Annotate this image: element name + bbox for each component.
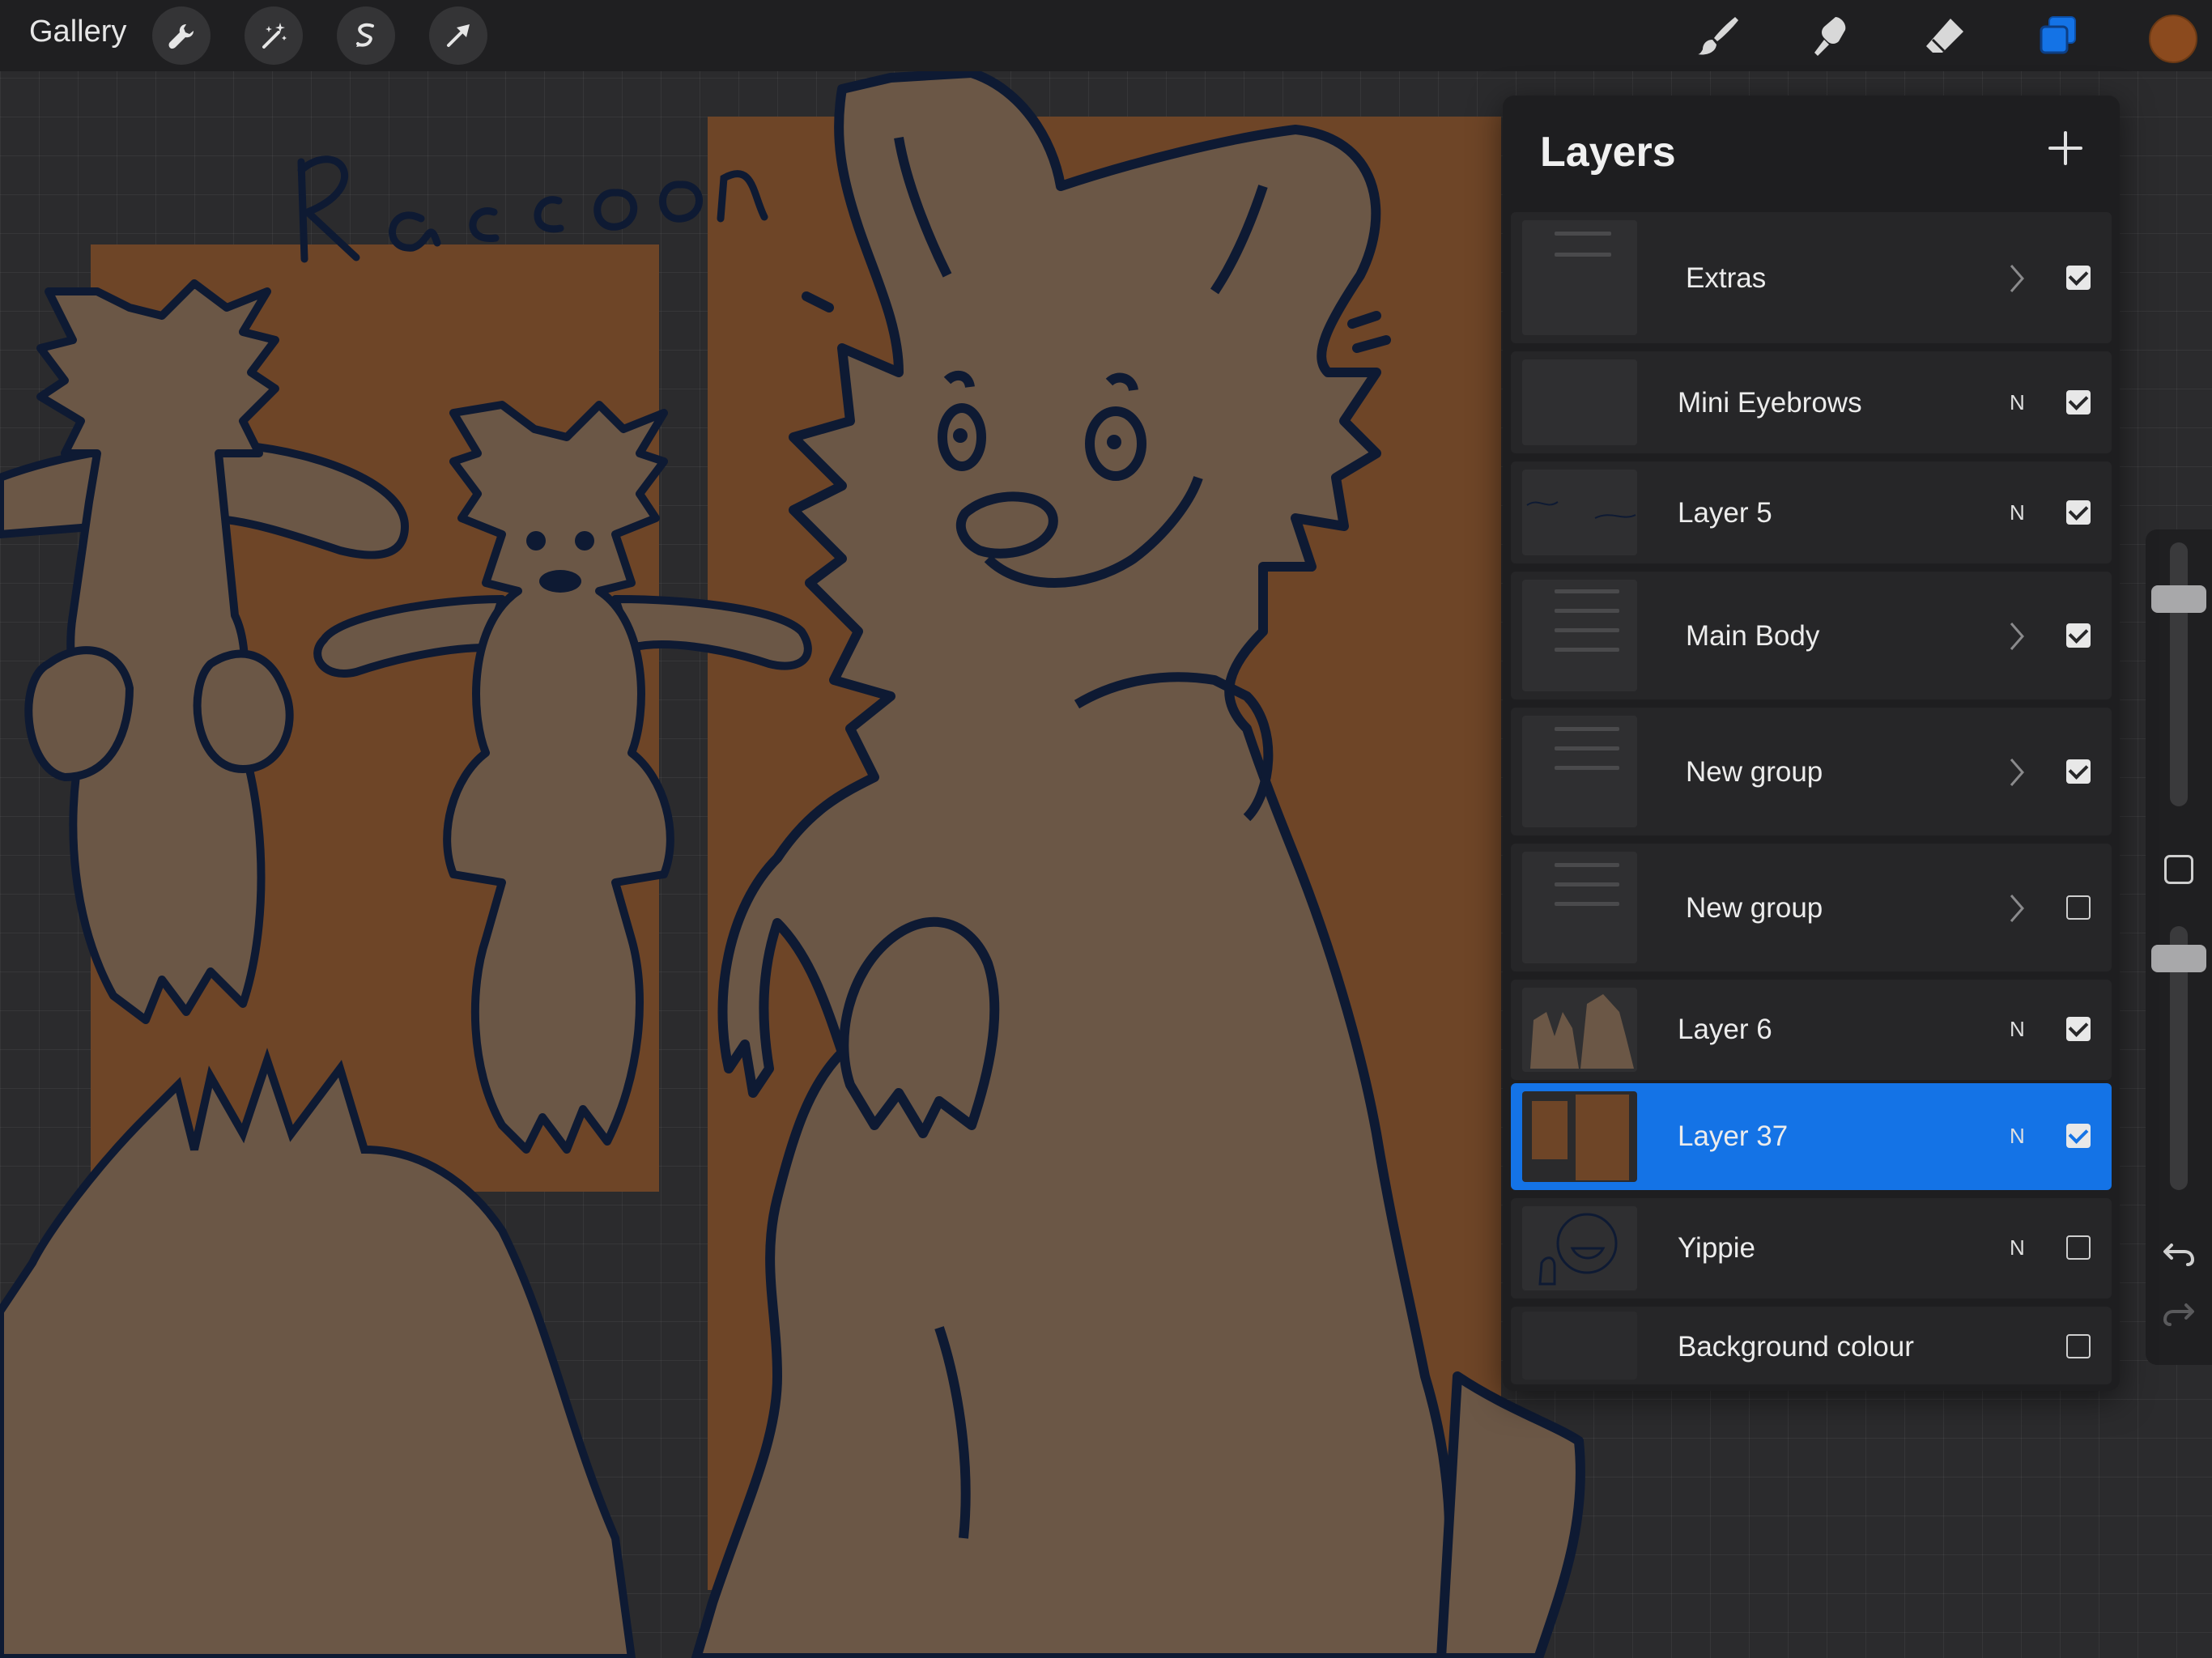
chevron-right-icon[interactable] xyxy=(2005,756,2029,789)
actions-button[interactable] xyxy=(152,6,211,65)
layer-name: Layer 37 xyxy=(1678,1120,1789,1152)
layer-thumbnail xyxy=(1522,1206,1637,1290)
layer-row-background-colour[interactable]: Background colour xyxy=(1511,1307,2112,1384)
chevron-right-icon[interactable] xyxy=(2005,262,2029,295)
smudge-icon xyxy=(1814,17,1846,56)
layers-panel: Layers Extras Mini Eyebrows N Layer 5 N xyxy=(1503,96,2120,1391)
transform-arrow-icon xyxy=(447,24,470,47)
blend-mode-label[interactable]: N xyxy=(2010,1235,2025,1261)
modify-square-icon[interactable] xyxy=(2164,855,2193,884)
selection-button[interactable] xyxy=(337,6,395,65)
brush-size-handle[interactable] xyxy=(2151,585,2206,613)
eraser-icon xyxy=(1926,19,1963,53)
magic-wand-icon xyxy=(262,23,287,49)
layers-icon xyxy=(2040,16,2076,54)
layer-name: Mini Eyebrows xyxy=(1678,387,1862,419)
transform-button[interactable] xyxy=(429,6,487,65)
blend-mode-label[interactable]: N xyxy=(2010,500,2025,525)
layer-visibility-checkbox[interactable] xyxy=(2066,1124,2091,1148)
layer-visibility-checkbox[interactable] xyxy=(2066,759,2091,784)
layer-name: New group xyxy=(1686,892,1823,924)
blend-mode-label[interactable]: N xyxy=(2010,1124,2025,1149)
layers-tool-button[interactable] xyxy=(2032,10,2084,62)
side-slider-bar xyxy=(2146,529,2212,1365)
layer-row-main-body[interactable]: Main Body xyxy=(1511,572,2112,699)
brush-tool-button[interactable] xyxy=(1692,10,1744,62)
layer-visibility-checkbox[interactable] xyxy=(2066,266,2091,290)
layer-thumbnail xyxy=(1522,580,1637,691)
smudge-tool-button[interactable] xyxy=(1806,10,1857,62)
layer-row-yippie[interactable]: Yippie N xyxy=(1511,1198,2112,1299)
layer-thumbnail xyxy=(1522,220,1637,335)
layer-name: Background colour xyxy=(1678,1331,1914,1363)
wrench-icon xyxy=(168,24,194,49)
layer-thumbnail xyxy=(1522,470,1637,555)
layer-thumbnail xyxy=(1522,1312,1637,1380)
adjustments-button[interactable] xyxy=(245,6,303,65)
chevron-right-icon[interactable] xyxy=(2005,892,2029,925)
layer-visibility-checkbox[interactable] xyxy=(2066,895,2091,920)
layer-name: Main Body xyxy=(1686,620,1820,652)
layer-row-layer-37[interactable]: Layer 37 N xyxy=(1511,1083,2112,1190)
selection-icon xyxy=(356,23,374,47)
layers-panel-title: Layers xyxy=(1540,129,1676,176)
layer-name: Layer 6 xyxy=(1678,1014,1772,1045)
eraser-tool-button[interactable] xyxy=(1919,10,1971,62)
layer-visibility-checkbox[interactable] xyxy=(2066,390,2091,414)
redo-icon[interactable] xyxy=(2162,1297,2196,1331)
layer-thumbnail xyxy=(1522,716,1637,827)
layer-visibility-checkbox[interactable] xyxy=(2066,623,2091,648)
layer-visibility-checkbox[interactable] xyxy=(2066,1017,2091,1041)
layer-thumbnail xyxy=(1522,359,1637,445)
blend-mode-label[interactable]: N xyxy=(2010,1017,2025,1042)
layer-name: New group xyxy=(1686,756,1823,788)
layer-thumbnail xyxy=(1522,1091,1637,1182)
opacity-slider[interactable] xyxy=(2151,926,2206,1190)
layer-row-new-group-1[interactable]: New group xyxy=(1511,708,2112,835)
layer-thumbnail xyxy=(1522,988,1637,1072)
top-toolbar: Gallery xyxy=(0,0,2212,71)
layer-visibility-checkbox[interactable] xyxy=(2066,1334,2091,1358)
add-layer-plus-icon[interactable] xyxy=(2044,126,2087,170)
layer-row-layer-6[interactable]: Layer 6 N xyxy=(1511,980,2112,1080)
undo-icon[interactable] xyxy=(2162,1237,2196,1271)
gallery-button[interactable]: Gallery xyxy=(29,15,126,49)
layer-name: Layer 5 xyxy=(1678,497,1772,529)
layer-thumbnail xyxy=(1522,852,1637,963)
handwritten-raccoon-title xyxy=(297,155,768,263)
layer-row-new-group-2[interactable]: New group xyxy=(1511,844,2112,971)
brush-icon xyxy=(1698,17,1738,55)
layer-row-layer-5[interactable]: Layer 5 N xyxy=(1511,461,2112,563)
opacity-handle[interactable] xyxy=(2151,945,2206,972)
blend-mode-label[interactable]: N xyxy=(2010,390,2025,415)
brush-size-slider[interactable] xyxy=(2151,542,2206,806)
layer-name: Yippie xyxy=(1678,1232,1755,1264)
color-picker-button[interactable] xyxy=(2149,15,2197,63)
layer-visibility-checkbox[interactable] xyxy=(2066,500,2091,525)
chevron-right-icon[interactable] xyxy=(2005,620,2029,653)
layer-row-mini-eyebrows[interactable]: Mini Eyebrows N xyxy=(1511,351,2112,453)
layer-row-extras[interactable]: Extras xyxy=(1511,212,2112,343)
layer-visibility-checkbox[interactable] xyxy=(2066,1235,2091,1260)
layer-name: Extras xyxy=(1686,262,1767,294)
